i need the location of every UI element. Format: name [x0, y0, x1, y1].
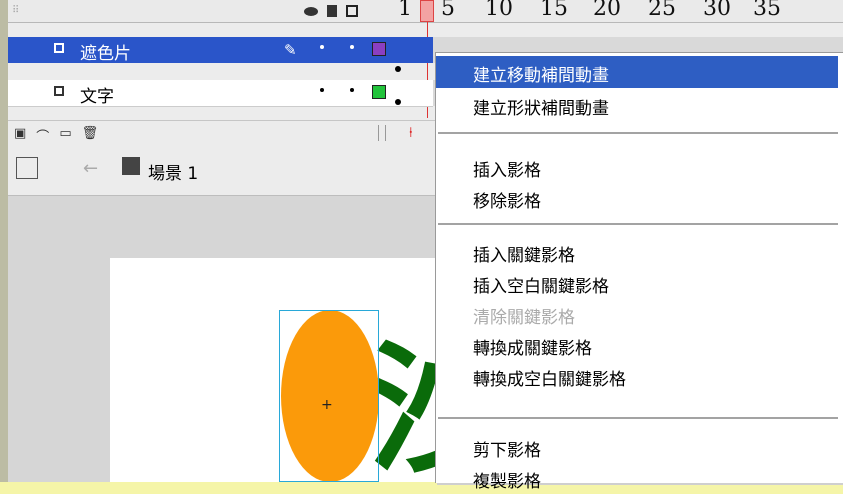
keyframe-dot[interactable]	[395, 66, 401, 72]
folder-icon[interactable]: ▭	[59, 126, 71, 145]
menu-item-create-motion-tween[interactable]: 建立移動補間動畫	[436, 56, 838, 88]
layer-name: 文字	[80, 87, 114, 107]
ruler-tick: 15	[540, 0, 568, 21]
lock-icon[interactable]	[327, 5, 337, 17]
menu-divider	[438, 132, 838, 135]
clapperboard-icon	[122, 157, 140, 175]
left-border	[0, 0, 8, 482]
scene-label[interactable]: 場景 1	[148, 159, 198, 184]
trash-icon[interactable]: 🗑	[82, 126, 99, 145]
lock-dot[interactable]	[350, 88, 354, 92]
context-menu: 建立移動補間動畫 建立形狀補間動畫 插入影格 移除影格 插入關鍵影格 插入空白關…	[435, 52, 843, 492]
layer-color-swatch[interactable]	[372, 85, 386, 99]
menu-item-label: 轉換成關鍵影格	[473, 339, 592, 359]
menu-item-insert-blank-keyframe[interactable]: 插入空白關鍵影格	[436, 267, 838, 299]
layer-tool-buttons: ▣ ⌒ ▭ 🗑	[14, 126, 98, 145]
layer-name: 遮色片	[80, 44, 131, 64]
menu-item-copy-frames[interactable]: 複製影格	[436, 462, 838, 494]
eye-icon[interactable]	[304, 6, 318, 16]
menu-item-label: 插入關鍵影格	[473, 246, 575, 266]
menu-item-label: 建立形狀補間動畫	[473, 99, 609, 119]
layer-color-swatch[interactable]	[372, 42, 386, 56]
menu-item-label: 轉換成空白關鍵影格	[473, 370, 626, 390]
menu-item-label: 剪下影格	[473, 441, 541, 461]
menu-item-cut-frames[interactable]: 剪下影格	[436, 431, 838, 463]
ruler-tick: 35	[753, 0, 781, 21]
visible-dot[interactable]	[320, 88, 324, 92]
menu-item-remove-frame[interactable]: 移除影格	[436, 182, 838, 214]
motion-guide-icon[interactable]: ⌒	[36, 126, 49, 145]
onion-marker-icon[interactable]: ⍿	[409, 125, 413, 141]
playhead[interactable]	[420, 0, 434, 22]
visible-dot[interactable]	[320, 45, 324, 49]
insert-layer-icon[interactable]: ▣	[14, 126, 26, 145]
crosshair-icon: +	[321, 397, 333, 413]
ruler-tick: 25	[648, 0, 676, 21]
menu-item-label: 清除關鍵影格	[473, 308, 575, 328]
ruler-tick: 30	[703, 0, 731, 21]
selection-bounds	[279, 310, 379, 482]
menu-item-label: 插入空白關鍵影格	[473, 277, 609, 297]
menu-item-label: 複製影格	[473, 472, 541, 492]
menu-divider	[438, 417, 838, 420]
back-arrow-icon[interactable]: ←	[83, 158, 98, 179]
ruler-tick: 10	[485, 0, 513, 21]
layer-mask-icon	[54, 43, 64, 53]
frame-ruler[interactable]: 1 5 10 15 20 25 30 35	[388, 0, 843, 22]
menu-item-clear-keyframe: 清除關鍵影格	[436, 298, 838, 330]
layer-row-mask[interactable]: 遮色片 ✎	[8, 37, 433, 64]
menu-item-create-shape-tween[interactable]: 建立形狀補間動畫	[436, 89, 838, 121]
layer-header-icons	[304, 1, 358, 21]
pencil-icon: ✎	[284, 41, 297, 59]
grip-icon[interactable]: ⠿	[12, 5, 19, 16]
layer-row-text[interactable]: 文字	[8, 80, 433, 107]
ruler-tick: 20	[593, 0, 621, 21]
menu-divider	[438, 223, 838, 226]
ruler-tick: 1	[398, 0, 412, 21]
menu-item-insert-frame[interactable]: 插入影格	[436, 151, 838, 183]
menu-item-label: 建立移動補間動畫	[473, 66, 609, 86]
menu-item-insert-keyframe[interactable]: 插入關鍵影格	[436, 236, 838, 268]
menu-item-convert-to-keyframe[interactable]: 轉換成關鍵影格	[436, 329, 838, 361]
menu-item-label: 插入影格	[473, 161, 541, 181]
menu-item-convert-to-blank-keyframe[interactable]: 轉換成空白關鍵影格	[436, 360, 838, 392]
menu-item-label: 移除影格	[473, 192, 541, 212]
outline-icon[interactable]	[346, 5, 358, 17]
layer-masked-icon	[54, 86, 64, 96]
scroll-grip[interactable]	[378, 125, 386, 141]
lock-dot[interactable]	[350, 45, 354, 49]
timeline-toggle-icon[interactable]	[16, 157, 38, 179]
keyframe-dot[interactable]	[395, 99, 401, 105]
ruler-tick: 5	[441, 0, 455, 21]
